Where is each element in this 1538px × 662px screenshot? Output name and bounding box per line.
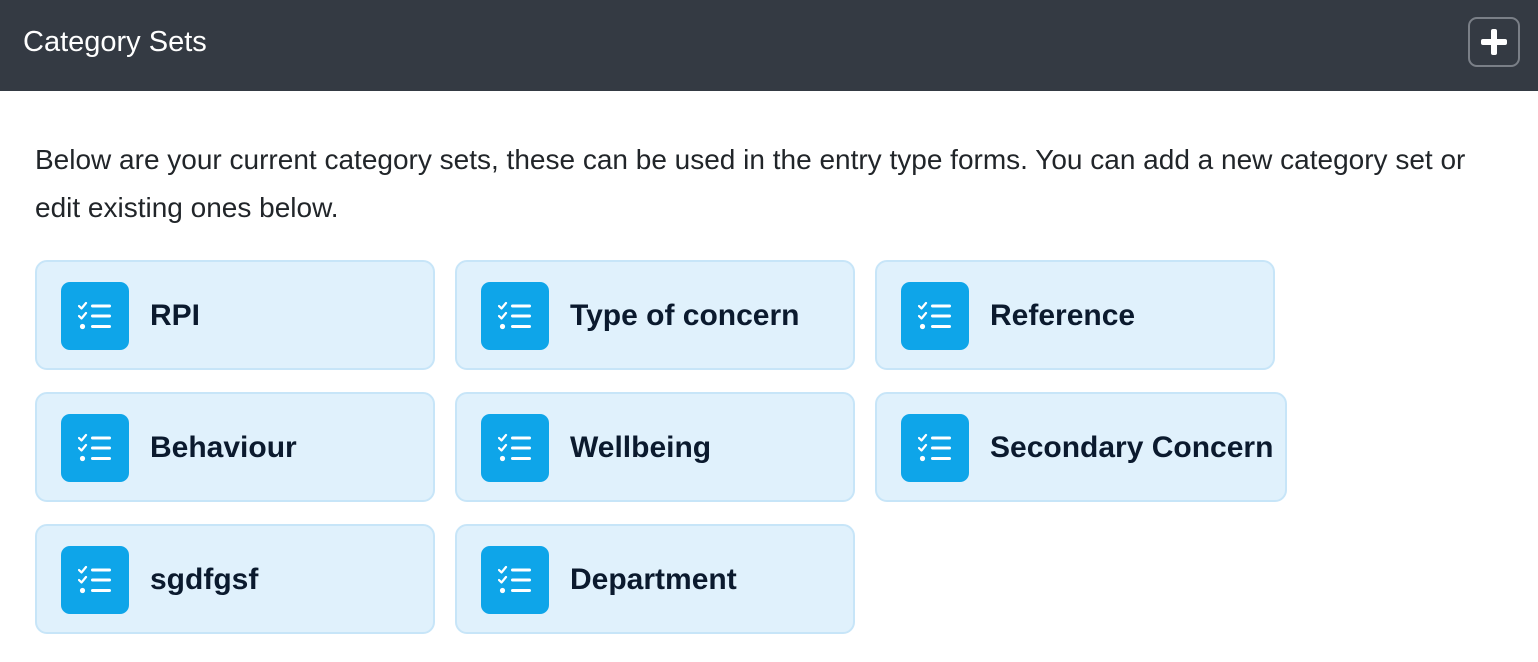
checklist-icon (481, 414, 549, 482)
checklist-icon (901, 282, 969, 350)
category-set-label: Secondary Concern (990, 431, 1274, 464)
checklist-icon (481, 282, 549, 350)
checklist-icon (901, 414, 969, 482)
category-set-label: Department (570, 563, 737, 596)
category-set-card-secondary-concern[interactable]: Secondary Concern (875, 392, 1287, 502)
category-set-card-rpi[interactable]: RPI (35, 260, 435, 370)
add-category-set-button[interactable] (1468, 17, 1520, 67)
category-set-card-type-of-concern[interactable]: Type of concern (455, 260, 855, 370)
category-set-card-behaviour[interactable]: Behaviour (35, 392, 435, 502)
category-set-label: Behaviour (150, 431, 297, 464)
category-set-card-wellbeing[interactable]: Wellbeing (455, 392, 855, 502)
category-set-card-department[interactable]: Department (455, 524, 855, 634)
category-set-label: Type of concern (570, 299, 800, 332)
category-set-card-sgdfgsf[interactable]: sgdfgsf (35, 524, 435, 634)
category-set-label: RPI (150, 299, 201, 332)
page-header: Category Sets (0, 0, 1538, 91)
category-set-label: Reference (990, 299, 1136, 332)
page-title: Category Sets (23, 26, 207, 58)
checklist-icon (61, 414, 129, 482)
category-set-label: sgdfgsf (150, 563, 259, 596)
checklist-icon (61, 546, 129, 614)
category-set-card-reference[interactable]: Reference (875, 260, 1275, 370)
checklist-icon (61, 282, 129, 350)
checklist-icon (481, 546, 549, 614)
intro-text: Below are your current category sets, th… (35, 144, 1466, 223)
category-set-label: Wellbeing (570, 431, 712, 464)
plus-icon (1481, 29, 1507, 55)
